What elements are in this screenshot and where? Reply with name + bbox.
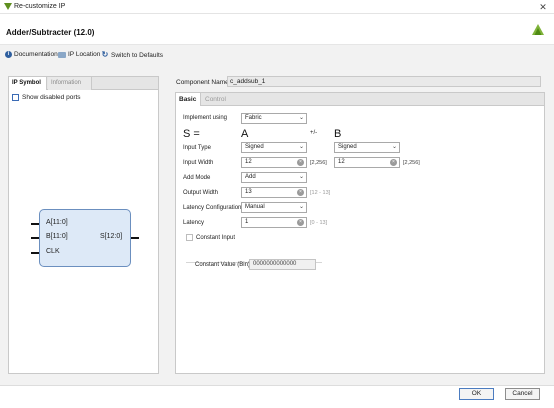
- input-type-label: Input Type: [183, 145, 211, 151]
- a-header: A: [241, 128, 249, 140]
- clear-icon[interactable]: ×: [390, 159, 397, 166]
- ip-location-label: IP Location: [68, 51, 101, 58]
- chevron-down-icon: ⌄: [298, 144, 304, 150]
- pin-a-label: A[11:0]: [46, 219, 68, 226]
- dialog-header: Adder/Subtracter (12.0): [0, 15, 554, 45]
- tab-ip-symbol[interactable]: IP Symbol: [9, 77, 47, 90]
- input-width-b-value: 12: [338, 159, 345, 165]
- chevron-down-icon: ⌄: [298, 115, 304, 121]
- refresh-icon: ↻: [101, 50, 109, 59]
- clear-icon[interactable]: ×: [297, 159, 304, 166]
- show-disabled-checkbox[interactable]: [12, 94, 19, 101]
- title-bar: Re-customize IP ✕: [0, 0, 554, 14]
- output-width-field[interactable]: 13 ×: [241, 187, 307, 198]
- chevron-down-icon: ⌄: [298, 204, 304, 210]
- constant-input-checkbox[interactable]: [186, 234, 193, 241]
- ip-symbol-block: A[11:0] B[11:0] CLK S[12:0]: [39, 209, 131, 267]
- input-type-a-select[interactable]: Signed ⌄: [241, 142, 307, 153]
- left-tabs: IP Symbol Information: [9, 77, 158, 90]
- documentation-label: Documentation: [14, 51, 58, 58]
- toolbar: i Documentation IP Location ↻ Switch to …: [0, 45, 554, 65]
- constant-value-label: Constant Value (Bin): [195, 262, 250, 268]
- add-mode-value: Add: [245, 174, 256, 180]
- constant-input-label: Constant Input: [196, 234, 236, 241]
- input-width-b-range: [2,256]: [403, 160, 420, 166]
- input-type-a-value: Signed: [245, 144, 264, 150]
- config-box: Basic Control Implement using Fabric ⌄ S…: [175, 92, 545, 374]
- switch-defaults-label: Switch to Defaults: [111, 51, 164, 59]
- input-type-b-select[interactable]: Signed ⌄: [334, 142, 400, 153]
- component-name-field[interactable]: c_addsub_1: [227, 76, 541, 87]
- implement-using-select[interactable]: Fabric ⌄: [241, 113, 307, 124]
- ip-title: Adder/Subtracter (12.0): [6, 28, 95, 37]
- input-width-a-range: [2,256]: [310, 160, 327, 166]
- latency-range: [0 - 13]: [310, 220, 328, 226]
- input-width-a-value: 12: [245, 159, 252, 165]
- pin-clk-label: CLK: [46, 248, 60, 255]
- latency-label: Latency: [183, 220, 205, 226]
- tab-control[interactable]: Control: [202, 93, 230, 106]
- pin-s-label: S[12:0]: [100, 233, 123, 240]
- input-width-a-field[interactable]: 12 ×: [241, 157, 307, 168]
- switch-defaults-button[interactable]: ↻ Switch to Defaults: [101, 51, 163, 59]
- window-title: Re-customize IP: [14, 3, 66, 10]
- right-panel: Component Name c_addsub_1 Basic Control …: [175, 76, 545, 374]
- ok-button[interactable]: OK: [459, 388, 494, 400]
- component-name-row: Component Name: [176, 76, 229, 88]
- input-type-b-value: Signed: [338, 144, 357, 150]
- input-width-b-field[interactable]: 12 ×: [334, 157, 400, 168]
- implement-using-label: Implement using: [183, 115, 228, 121]
- add-mode-label: Add Mode: [183, 175, 211, 181]
- latency-config-select[interactable]: Manual ⌄: [241, 202, 307, 213]
- output-width-label: Output Width: [183, 190, 219, 196]
- latency-config-label: Latency Configuration: [183, 205, 242, 211]
- cancel-button[interactable]: Cancel: [505, 388, 540, 400]
- tab-basic[interactable]: Basic: [176, 93, 201, 106]
- chevron-down-icon: ⌄: [298, 174, 304, 180]
- component-name-label: Component Name: [176, 78, 229, 86]
- dialog-content: IP Symbol Information Show disabled port…: [0, 65, 554, 385]
- folder-icon: [58, 51, 66, 58]
- clear-icon[interactable]: ×: [297, 219, 304, 226]
- constant-value-field[interactable]: 0000000000000: [249, 259, 316, 270]
- show-disabled-label: Show disabled ports: [22, 94, 81, 101]
- latency-config-value: Manual: [245, 204, 265, 210]
- output-width-value: 13: [245, 189, 252, 195]
- pin-s-line: [131, 237, 139, 239]
- ip-location-button[interactable]: IP Location: [58, 51, 100, 58]
- implement-using-value: Fabric: [245, 115, 262, 121]
- output-width-range: [12 - 13]: [310, 190, 331, 196]
- left-panel: IP Symbol Information Show disabled port…: [8, 76, 159, 374]
- constant-input-option[interactable]: Constant Input: [186, 234, 235, 241]
- add-mode-select[interactable]: Add ⌄: [241, 172, 307, 183]
- latency-value: 1: [245, 219, 249, 225]
- b-header: B: [334, 128, 342, 140]
- show-disabled-ports[interactable]: Show disabled ports: [12, 94, 81, 101]
- vivado-icon: [4, 3, 12, 10]
- xilinx-logo-icon: [532, 24, 544, 35]
- config-tabs: Basic Control: [176, 93, 544, 106]
- op-label: +/-: [310, 130, 318, 136]
- tab-information[interactable]: Information: [48, 77, 92, 90]
- info-icon: i: [5, 51, 12, 58]
- clear-icon[interactable]: ×: [297, 189, 304, 196]
- latency-field[interactable]: 1 ×: [241, 217, 307, 228]
- dialog-footer: OK Cancel: [0, 385, 554, 408]
- s-equals-label: S =: [183, 128, 200, 140]
- documentation-button[interactable]: i Documentation: [5, 51, 58, 58]
- close-button[interactable]: ✕: [536, 1, 550, 13]
- pin-b-label: B[11:0]: [46, 233, 68, 240]
- input-width-label: Input Width: [183, 160, 214, 166]
- chevron-down-icon: ⌄: [391, 144, 397, 150]
